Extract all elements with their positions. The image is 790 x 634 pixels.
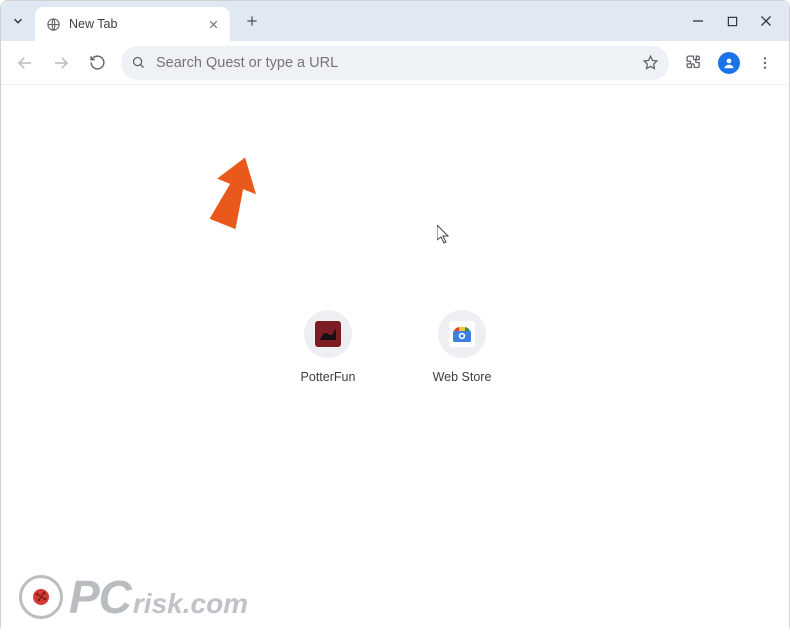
shortcut-label: PotterFun (301, 370, 356, 384)
titlebar: New Tab (1, 1, 789, 41)
tab-title: New Tab (69, 17, 204, 31)
address-input[interactable] (156, 55, 634, 71)
address-bar[interactable] (121, 46, 669, 80)
forward-icon (52, 54, 70, 72)
close-icon (208, 19, 219, 30)
plus-icon (245, 14, 259, 28)
shortcut-label: Web Store (433, 370, 492, 384)
bookmark-button[interactable] (642, 54, 659, 71)
menu-icon (757, 55, 773, 71)
new-tab-page: PotterFun Web Store (1, 85, 789, 634)
minimize-icon (692, 15, 704, 27)
shortcuts-row: PotterFun Web Store (1, 310, 789, 384)
shortcut-circle (438, 310, 486, 358)
back-button[interactable] (9, 47, 41, 79)
tab-search-button[interactable] (5, 8, 31, 34)
potterfun-icon (315, 321, 341, 347)
window-close-button[interactable] (749, 6, 783, 36)
reload-button[interactable] (81, 47, 113, 79)
shortcut-circle (304, 310, 352, 358)
star-icon (642, 54, 659, 71)
new-tab-button[interactable] (238, 7, 266, 35)
forward-button[interactable] (45, 47, 77, 79)
menu-button[interactable] (749, 47, 781, 79)
profile-button[interactable] (713, 47, 745, 79)
shortcut-potterfun[interactable]: PotterFun (283, 310, 373, 384)
watermark-pc: PC (69, 574, 131, 620)
webstore-icon (449, 321, 475, 347)
globe-icon (45, 16, 61, 32)
shortcut-webstore[interactable]: Web Store (417, 310, 507, 384)
maximize-icon (727, 16, 738, 27)
extensions-icon (685, 54, 702, 71)
watermark-risk: risk.com (133, 590, 248, 618)
watermark-text: PC risk.com (69, 574, 248, 620)
browser-tab[interactable]: New Tab (35, 7, 230, 41)
window-maximize-button[interactable] (715, 6, 749, 36)
mouse-cursor (437, 225, 451, 245)
window-close-icon (760, 15, 772, 27)
profile-icon (718, 52, 740, 74)
window-minimize-button[interactable] (681, 6, 715, 36)
chevron-down-icon (11, 14, 25, 28)
tab-close-button[interactable] (204, 15, 222, 33)
reload-icon (89, 54, 106, 71)
extensions-button[interactable] (677, 47, 709, 79)
watermark: PC risk.com (19, 574, 248, 620)
annotation-arrow (196, 155, 266, 235)
watermark-badge-icon (19, 575, 63, 619)
back-icon (16, 54, 34, 72)
toolbar (1, 41, 789, 85)
search-icon (131, 55, 146, 70)
